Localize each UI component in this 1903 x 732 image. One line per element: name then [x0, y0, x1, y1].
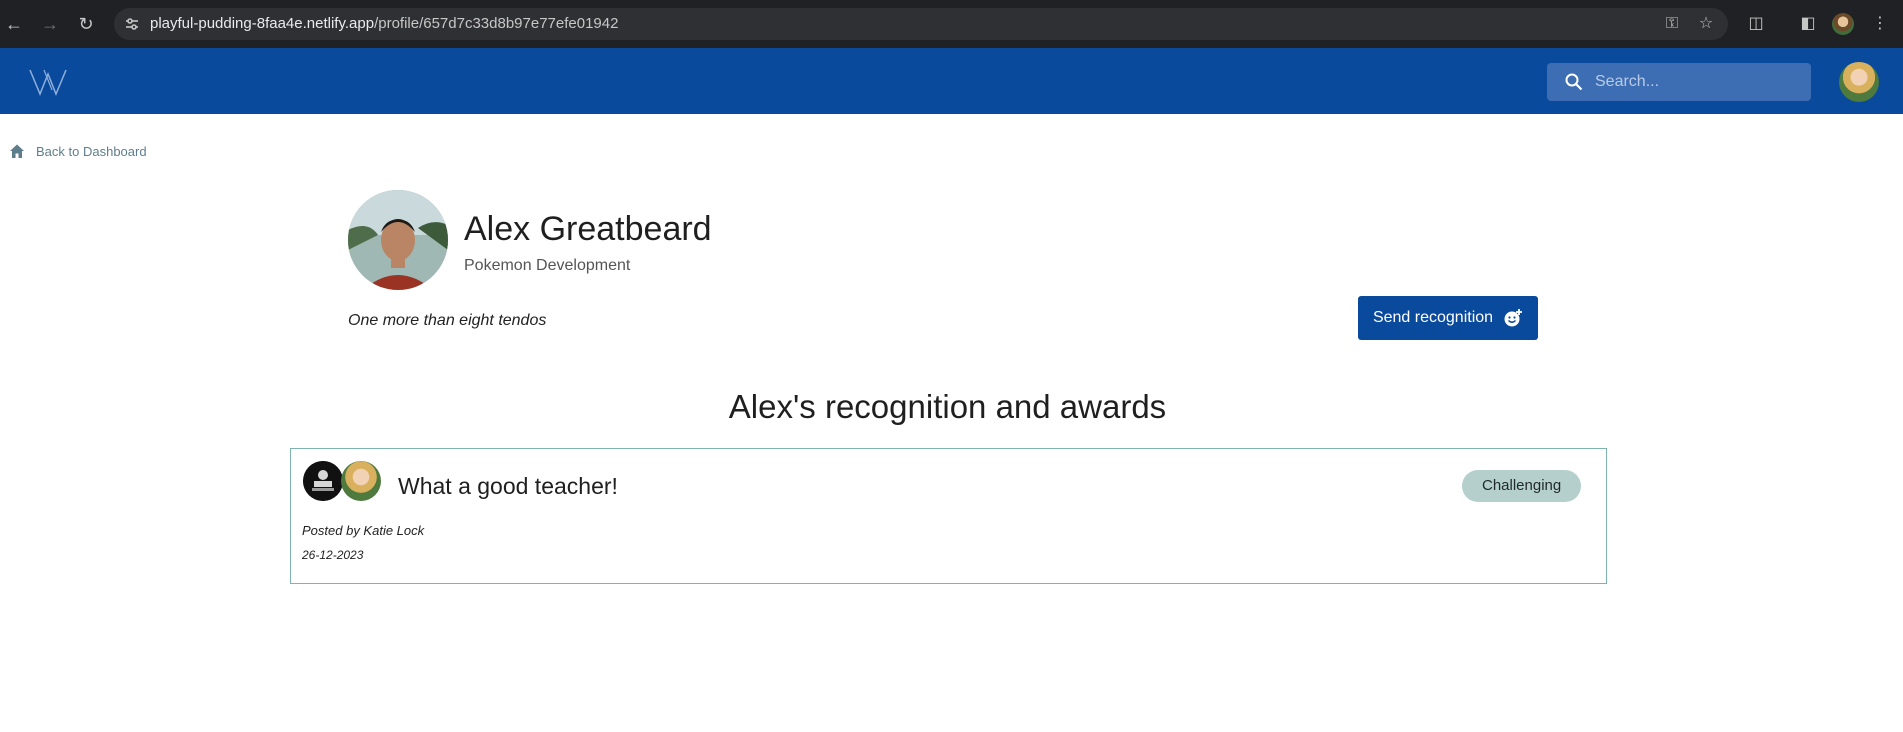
search-icon: [1565, 73, 1583, 91]
poster-avatar: [341, 461, 381, 501]
star-icon[interactable]: ☆: [1696, 14, 1716, 34]
site-info-icon[interactable]: [124, 16, 140, 32]
profile-department: Pokemon Development: [464, 257, 631, 274]
browser-toolbar: ← → ↻ playful-pudding-8faa4e.netlify.app…: [0, 0, 1903, 48]
url-host: playful-pudding-8faa4e.netlify.app: [150, 15, 375, 32]
url-path: /profile/657d7c33d8b97e77efe01942: [374, 15, 619, 32]
search-box[interactable]: [1547, 63, 1811, 101]
search-input[interactable]: [1595, 63, 1795, 101]
app-header: [0, 48, 1903, 114]
back-to-dashboard-link[interactable]: Back to Dashboard: [8, 141, 147, 161]
app-logo[interactable]: [28, 66, 74, 98]
back-link-label: Back to Dashboard: [36, 143, 147, 159]
add-reaction-icon: [1504, 309, 1523, 327]
browser-profile-avatar[interactable]: [1832, 13, 1854, 35]
award-tag[interactable]: Challenging: [1462, 470, 1582, 502]
url-text[interactable]: playful-pudding-8faa4e.netlify.app/profi…: [150, 15, 618, 32]
send-recognition-label: Send recognition: [1372, 309, 1494, 326]
section-title: Alex's recognition and awards: [728, 388, 1167, 425]
reload-icon[interactable]: ↻: [74, 12, 98, 36]
key-icon[interactable]: ⚿: [1662, 14, 1682, 34]
award-badge-avatar: [303, 461, 343, 501]
profile-bio: One more than eight tendos: [348, 312, 547, 329]
award-card[interactable]: What a good teacher! Challenging Posted …: [290, 448, 1607, 584]
back-arrow-icon[interactable]: ←: [2, 12, 26, 36]
forward-arrow-icon[interactable]: →: [38, 12, 62, 36]
user-avatar[interactable]: [1839, 62, 1879, 102]
profile-photo: [348, 190, 448, 290]
award-posted-by: Posted by Katie Lock: [302, 523, 425, 538]
profile-name: Alex Greatbeard: [464, 210, 712, 248]
award-title: What a good teacher!: [398, 473, 618, 499]
award-date: 26-12-2023: [302, 548, 364, 562]
side-panel-icon[interactable]: ◧: [1796, 12, 1820, 36]
send-recognition-button[interactable]: Send recognition: [1358, 296, 1538, 340]
kebab-menu-icon[interactable]: ⋮: [1868, 12, 1892, 36]
home-icon: [10, 144, 24, 158]
puzzle-icon[interactable]: ◫: [1744, 12, 1768, 36]
address-bar[interactable]: playful-pudding-8faa4e.netlify.app/profi…: [114, 8, 1728, 40]
